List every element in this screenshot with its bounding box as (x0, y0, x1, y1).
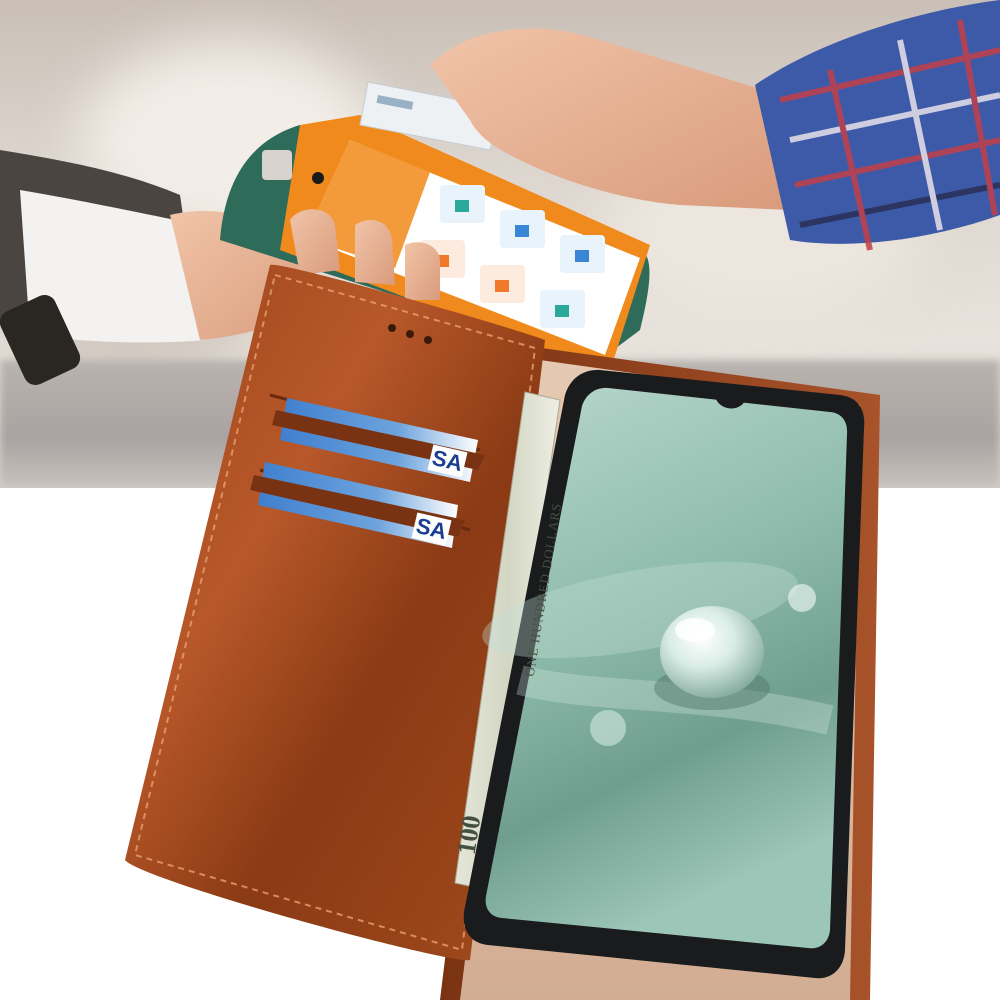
product-photo: SA SA ONE HUNDRED DOLLARS 100 (0, 0, 1000, 1000)
small-droplet (788, 584, 816, 612)
small-droplet (590, 710, 626, 746)
scene-illustration (0, 0, 1000, 1000)
banknote-denomination: 100 (451, 813, 487, 857)
